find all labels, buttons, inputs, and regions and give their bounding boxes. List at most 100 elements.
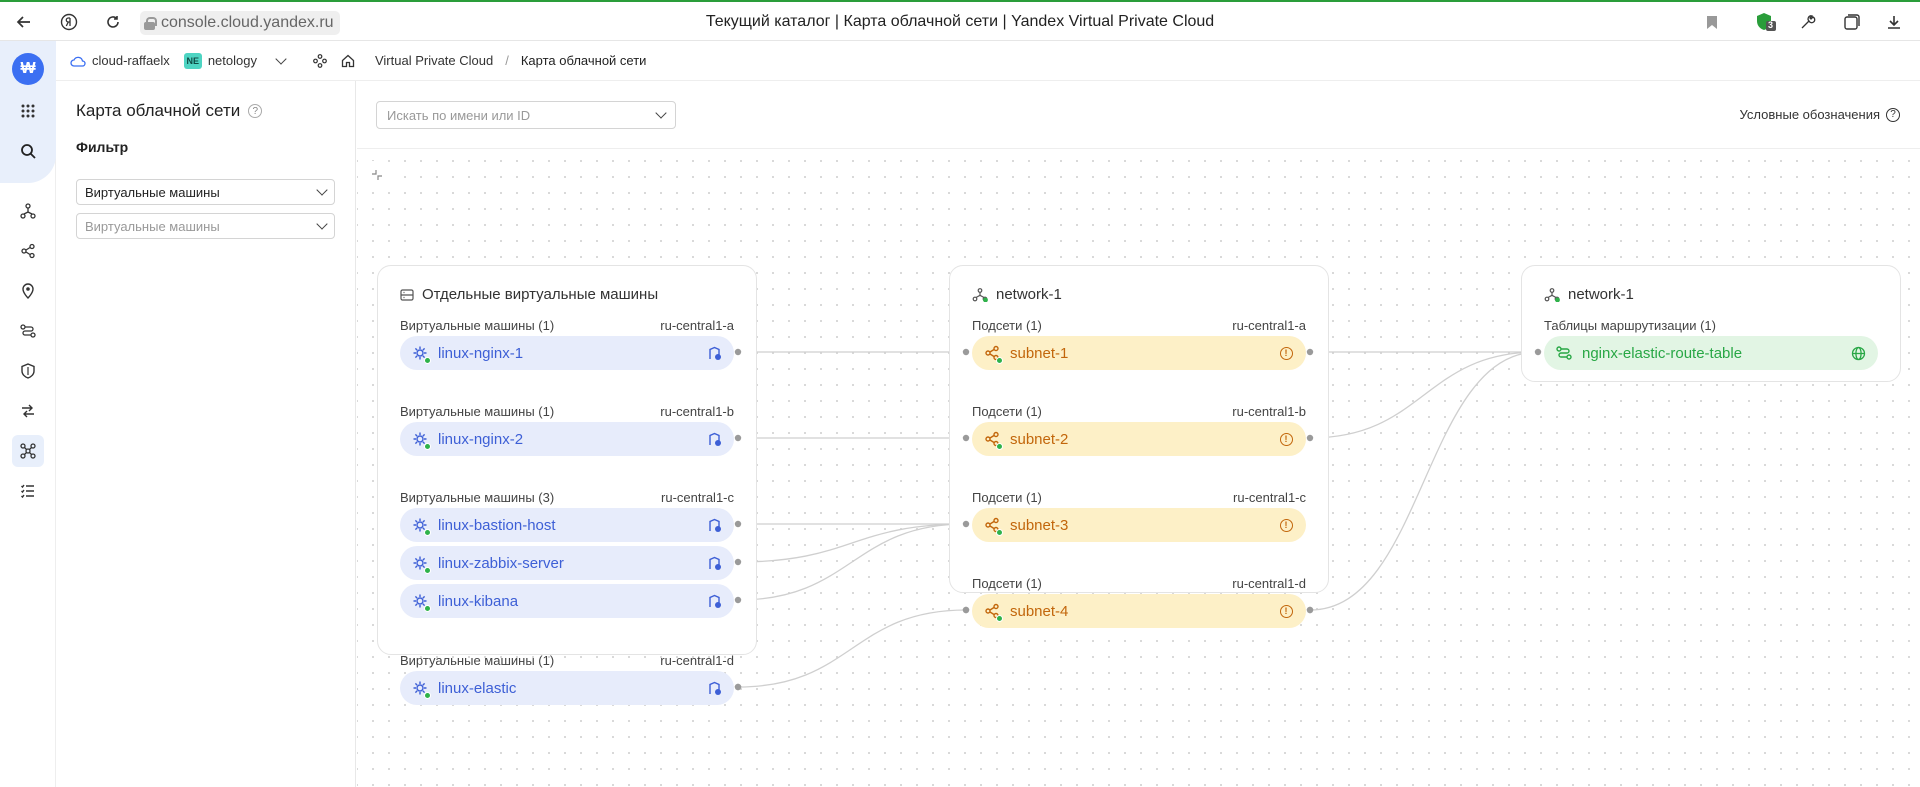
breadcrumb-vpc[interactable]: Virtual Private Cloud [375,53,493,68]
security-group-icon[interactable] [706,593,722,609]
all-services-icon[interactable] [12,95,44,127]
route-tables-icon[interactable] [12,315,44,347]
route-table-node[interactable]: nginx-elastic-route-table [1544,336,1878,370]
cloud-name: cloud-raffaelx [92,53,170,68]
nav-rail: ₩ [0,41,56,787]
chevron-down-icon [275,52,287,65]
address-bar[interactable]: console.cloud.yandex.ru [140,11,340,35]
subnet-node[interactable]: subnet-2! [972,422,1306,456]
group-title: network-1 [972,286,1062,303]
link-line [1309,351,1539,611]
vm-node[interactable]: linux-nginx-1 [400,336,734,370]
zone-label: ru-central1-b [660,404,734,419]
network-map-icon[interactable] [12,435,44,467]
subnet-node[interactable]: subnet-3! [972,508,1306,542]
cloud-selector[interactable]: cloud-raffaelx [70,53,170,68]
group-title-text: Отдельные виртуальные машины [422,286,659,303]
back-arrow-icon[interactable] [12,10,36,34]
breadcrumb: Virtual Private Cloud / Карта облачной с… [375,53,646,68]
warning-info-icon[interactable]: ! [1278,517,1294,533]
legend-label: Условные обозначения [1739,107,1880,122]
resource-type-select[interactable]: Виртуальные машины [76,179,335,205]
status-running-dot [996,357,1003,364]
subnet-node[interactable]: subnet-4! [972,594,1306,628]
resource-select[interactable]: Виртуальные машины [76,213,335,239]
node-label: subnet-4 [1010,602,1069,620]
zone-label: ru-central1-b [1232,404,1306,419]
operations-list-icon[interactable] [12,475,44,507]
group-title: network-1 [1544,286,1634,303]
download-icon[interactable] [1882,10,1906,34]
section-label: Таблицы маршрутизации (1) [1544,318,1716,333]
vm-node[interactable]: linux-elastic [400,671,734,705]
yandex-browser-icon[interactable] [57,10,81,34]
shield-extension-icon[interactable]: 3 [1754,10,1778,34]
node-label: linux-elastic [438,679,517,697]
group-network-routes: network-1 Таблицы маршрутизации (1) nginx… [1521,265,1901,382]
network-map-canvas[interactable]: Искать по имени или ID Условные обозначе… [357,81,1920,787]
node-label: linux-bastion-host [438,516,556,534]
status-running-dot [996,529,1003,536]
canvas-toolbar: Искать по имени или ID Условные обозначе… [357,81,1920,149]
section-label: Виртуальные машины (1) [400,404,555,419]
status-running-dot [424,692,431,699]
vm-gear-icon [412,431,431,450]
security-group-icon[interactable] [706,431,722,447]
vm-node[interactable]: linux-zabbix-server [400,546,734,580]
page-title-text: Карта облачной сети [76,101,241,120]
vm-node[interactable]: linux-kibana [400,584,734,618]
vm-node[interactable]: linux-nginx-2 [400,422,734,456]
home-icon[interactable] [341,54,355,68]
gateways-icon[interactable] [12,395,44,427]
services-graph-icon[interactable] [313,53,327,68]
search-input[interactable]: Искать по имени или ID [376,101,676,129]
link-port [962,606,970,614]
status-running-dot [424,443,431,450]
security-group-icon[interactable] [706,517,722,533]
warning-info-icon[interactable]: ! [1278,345,1294,361]
page-title: Карта облачной сети ? [76,101,263,121]
collections-icon[interactable] [1840,10,1864,34]
folder-selector[interactable]: NE netology [183,52,287,69]
zone-label: ru-central1-c [661,490,734,505]
link-line [737,609,967,688]
globe-icon[interactable] [1850,345,1866,361]
security-group-icon[interactable] [706,345,722,361]
link-port [734,683,742,691]
group-title-text: network-1 [1568,286,1634,303]
zone-label: ru-central1-d [660,653,734,668]
collapse-icon[interactable] [363,161,391,189]
vm-gear-icon [412,517,431,536]
legend-button[interactable]: Условные обозначения ? [1740,107,1900,122]
vm-node[interactable]: linux-bastion-host [400,508,734,542]
filter-panel: Карта облачной сети ? Фильтр Виртуальные… [56,81,356,787]
cloud-networks-icon[interactable] [12,195,44,227]
warning-info-icon[interactable]: ! [1278,603,1294,619]
vm-gear-icon [412,680,431,699]
zone-label: ru-central1-a [660,318,734,333]
ip-address-pin-icon[interactable] [12,275,44,307]
security-group-icon[interactable] [706,555,722,571]
group-standalone-vms: Отдельные виртуальные машины Виртуальные… [377,265,757,705]
node-label: subnet-1 [1010,344,1069,362]
url-text: console.cloud.yandex.ru [161,14,334,31]
section-label: Виртуальные машины (1) [400,318,555,333]
subnet-icon [984,517,1003,536]
section-label: Подсети (1) [972,490,1042,505]
search-icon[interactable] [12,135,44,167]
node-label: nginx-elastic-route-table [1582,344,1743,362]
help-icon[interactable]: ? [248,104,263,118]
link-line [737,523,967,563]
subnet-node[interactable]: subnet-1! [972,336,1306,370]
reload-icon[interactable] [101,10,125,34]
security-groups-shield-icon[interactable] [12,355,44,387]
tools-icon[interactable] [1796,10,1820,34]
subnets-icon[interactable] [12,235,44,267]
link-port [962,606,970,614]
warning-info-icon[interactable]: ! [1278,431,1294,447]
cloud-icon [70,56,86,67]
cloud-logo-icon[interactable]: ₩ [12,53,44,85]
security-group-icon[interactable] [706,680,722,696]
bookmark-icon[interactable] [1700,10,1724,34]
chevron-down-icon [655,107,667,119]
